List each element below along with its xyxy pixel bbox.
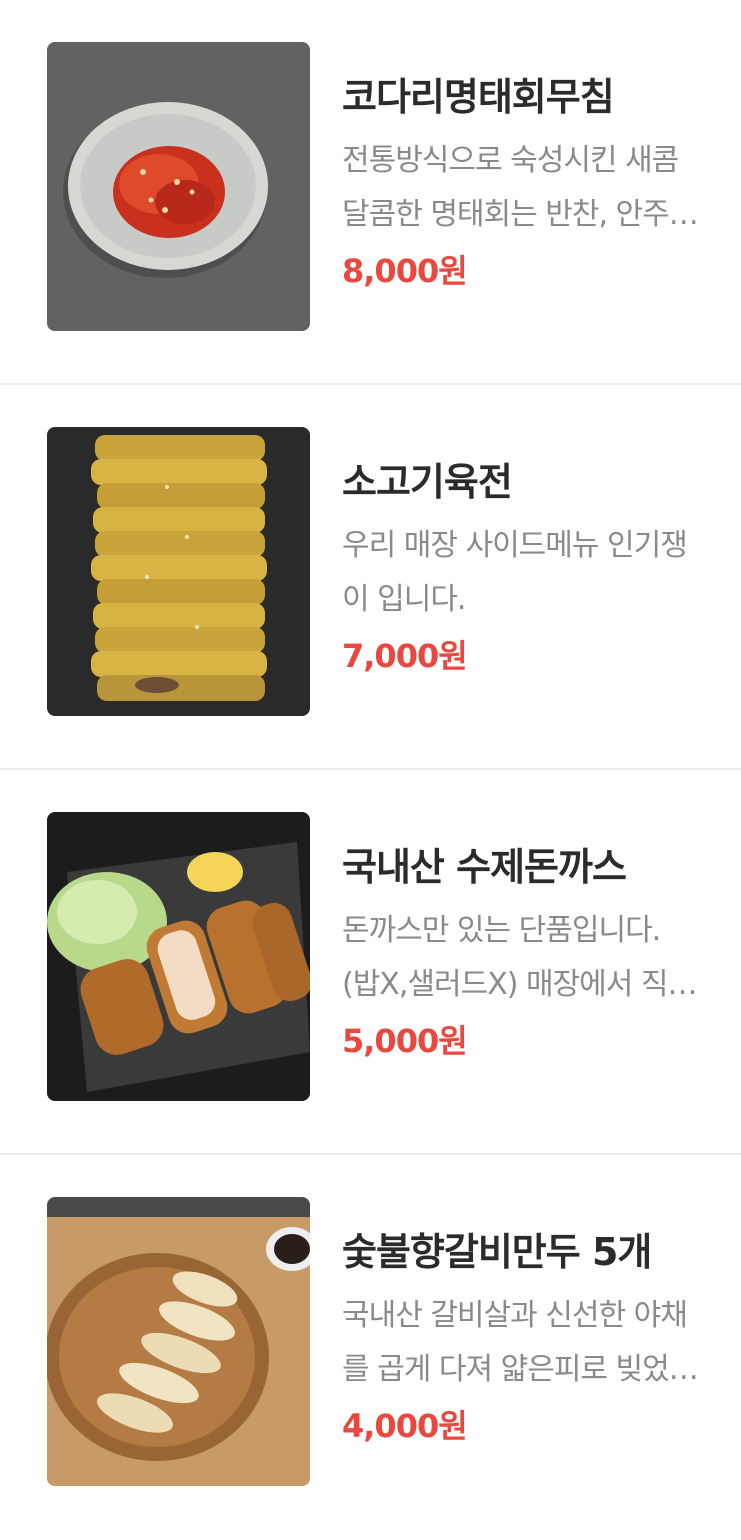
menu-item-photo[interactable] xyxy=(47,1197,310,1486)
menu-item-title: 코다리명태회무침 xyxy=(342,75,615,119)
menu-item-info: 코다리명태회무침 전통방식으로 숙성시킨 새콤달콤한 명태회는 반찬, 안주로 … xyxy=(342,72,702,294)
menu-item[interactable]: 코다리명태회무침 전통방식으로 숙성시킨 새콤달콤한 명태회는 반찬, 안주로 … xyxy=(0,0,741,385)
menu-item-price: 8,000원 xyxy=(342,252,468,290)
menu-item-title: 숯불향갈비만두 5개 xyxy=(342,1230,652,1274)
beef-pancake-image xyxy=(47,427,310,716)
menu-item-price: 5,000원 xyxy=(342,1022,468,1060)
menu-item-title: 국내산 수제돈까스 xyxy=(342,845,627,889)
menu-item-price: 7,000원 xyxy=(342,637,468,675)
menu-item[interactable]: 숯불향갈비만두 5개 국내산 갈비살과 신선한 야채를 곱게 다져 얇은피로 빚… xyxy=(0,1155,741,1540)
menu-list: 코다리명태회무침 전통방식으로 숙성시킨 새콤달콤한 명태회는 반찬, 안주로 … xyxy=(0,0,741,1540)
menu-item-info: 국내산 수제돈까스 돈까스만 있는 단품입니다. (밥X,샐러드X) 매장에서 … xyxy=(342,842,702,1064)
menu-item-info: 소고기육전 우리 매장 사이드메뉴 인기쟁이 입니다. 7,000원 xyxy=(342,457,702,679)
menu-item-description: 전통방식으로 숙성시킨 새콤달콤한 명태회는 반찬, 안주로 최고입니다. xyxy=(342,143,696,232)
menu-item-info: 숯불향갈비만두 5개 국내산 갈비살과 신선한 야채를 곱게 다져 얇은피로 빚… xyxy=(342,1227,702,1449)
menu-item[interactable]: 국내산 수제돈까스 돈까스만 있는 단품입니다. (밥X,샐러드X) 매장에서 … xyxy=(0,770,741,1155)
menu-item-photo[interactable] xyxy=(47,427,310,716)
menu-item-price: 4,000원 xyxy=(342,1407,468,1445)
spicy-pollock-salad-image xyxy=(47,42,310,331)
menu-item-title: 소고기육전 xyxy=(342,460,513,504)
menu-item[interactable]: 소고기육전 우리 매장 사이드메뉴 인기쟁이 입니다. 7,000원 xyxy=(0,385,741,770)
menu-item-photo[interactable] xyxy=(47,812,310,1101)
pork-cutlet-image xyxy=(47,812,310,1101)
galbi-dumplings-image xyxy=(47,1197,310,1486)
menu-item-description: 우리 매장 사이드메뉴 인기쟁이 입니다. xyxy=(342,528,688,617)
menu-item-description: 국내산 갈비살과 신선한 야채를 곱게 다져 얇은피로 빚었습니다. xyxy=(342,1298,696,1387)
menu-item-description: 돈까스만 있는 단품입니다. (밥X,샐러드X) 매장에서 직접 만든 수제돈까… xyxy=(342,913,695,1002)
menu-item-photo[interactable] xyxy=(47,42,310,331)
